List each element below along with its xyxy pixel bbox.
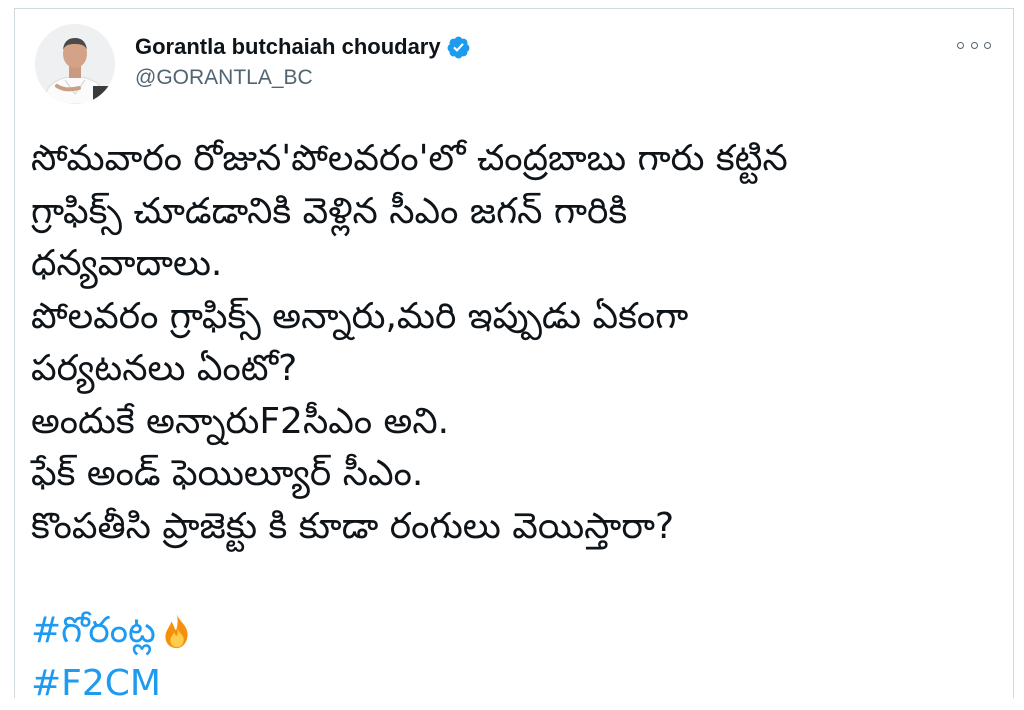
hashtag-text[interactable]: #F2CM	[31, 658, 161, 710]
tweet-line: పర్యటనలు ఏంటో?	[31, 343, 991, 396]
author-name[interactable]: Gorantla butchaiah choudary	[135, 34, 441, 60]
tweet-line: ధన్యవాదాలు.	[31, 238, 991, 291]
paragraph-spacer	[31, 553, 991, 605]
tweet-line: సోమవారం రోజున'పోలవరం'లో చంద్రబాబు గారు క…	[31, 133, 991, 186]
more-options-icon[interactable]	[957, 37, 991, 53]
author-handle[interactable]: @GORANTLA_BC	[135, 66, 471, 90]
tweet-line: పోలవరం గ్రాఫిక్స్ అన్నారు,మరి ఇప్పుడు ఏక…	[31, 291, 991, 344]
verified-badge-icon	[446, 35, 471, 60]
avatar-image	[35, 24, 115, 104]
tweet-line: గ్రాఫిక్స్ చూడడానికి వెళ్లిన సీఎం జగన్ గ…	[31, 186, 991, 239]
dot-icon	[971, 42, 978, 49]
tweet-line: కొంపతీసి ప్రాజెక్టు కి కూడా రంగులు వెయిస…	[31, 501, 991, 554]
hashtag-link[interactable]: #F2CM	[31, 658, 991, 710]
tweet-text: సోమవారం రోజున'పోలవరం'లో చంద్రబాబు గారు క…	[31, 133, 991, 710]
author-name-row: Gorantla butchaiah choudary	[135, 30, 471, 64]
avatar[interactable]	[35, 24, 115, 104]
tweet-line: ఫేక్ అండ్ ఫెయిల్యూర్ సీఎం.	[31, 448, 991, 501]
author-block: Gorantla butchaiah choudary @GORANTLA_BC	[135, 30, 471, 90]
tweet-card: Gorantla butchaiah choudary @GORANTLA_BC…	[14, 8, 1014, 698]
tweet-line: అందుకే అన్నారుF2సీఎం అని.	[31, 396, 991, 449]
hashtag-text[interactable]: #గోరంట్ల	[31, 605, 156, 658]
hashtag-link[interactable]: #గోరంట్ల	[31, 605, 991, 658]
dot-icon	[957, 42, 964, 49]
fire-icon	[158, 612, 196, 650]
dot-icon	[984, 42, 991, 49]
